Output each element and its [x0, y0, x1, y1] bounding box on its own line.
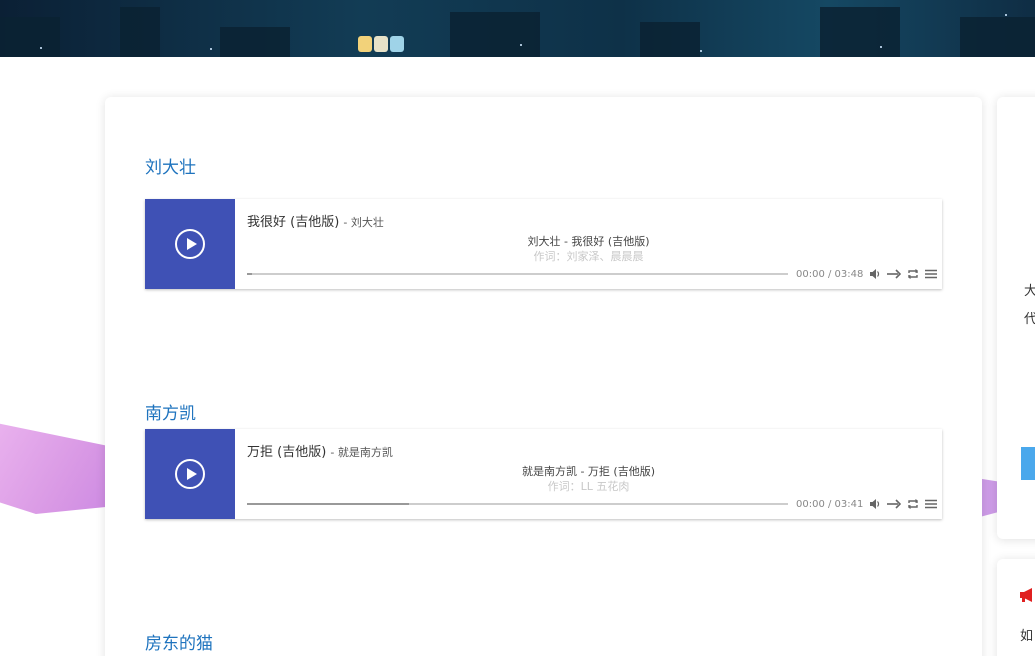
play-icon[interactable]: [175, 459, 205, 489]
sidebar-button[interactable]: [1021, 447, 1035, 480]
loop-icon[interactable]: [907, 267, 919, 281]
menu-icon[interactable]: [925, 267, 938, 281]
song-title: 万拒 (吉他版): [247, 445, 327, 460]
lyric-next: 作词：LL 五花肉: [547, 480, 630, 493]
lyric-current: 就是南方凯 - 万拒 (吉他版): [521, 465, 656, 478]
volume-icon[interactable]: [869, 267, 881, 281]
lyric-next: 作词：刘家泽、晨晨晨: [533, 250, 644, 263]
lyric-current: 刘大壮 - 我很好 (吉他版): [527, 235, 650, 248]
menu-icon[interactable]: [925, 497, 938, 511]
song-info: 我很好 (吉他版) - 刘大壮: [247, 215, 384, 230]
player-controller: 00:00 / 03:48: [247, 267, 938, 281]
song-title: 我很好 (吉他版): [247, 215, 340, 230]
player-controller: 00:00 / 03:41: [247, 497, 938, 511]
megaphone-icon: [1019, 587, 1035, 607]
volume-icon[interactable]: [869, 497, 881, 511]
order-icon[interactable]: [887, 267, 902, 281]
sidebar-text: 大: [1024, 284, 1035, 299]
progress-played: [247, 503, 410, 505]
music-player: 我很好 (吉他版) - 刘大壮 刘大壮 - 我很好 (吉他版) 作词：刘家泽、晨…: [145, 199, 942, 289]
sidebar-card: 大 代: [997, 97, 1035, 539]
progress-played: [247, 273, 253, 275]
player-cover: [145, 199, 235, 289]
decorative-shape-left: [0, 423, 112, 514]
order-icon[interactable]: [887, 497, 902, 511]
sidebar-text: 代: [1024, 312, 1035, 327]
section-title: 房东的猫: [145, 634, 213, 654]
time-display: 00:00 / 03:41: [796, 498, 864, 510]
music-list-card: 刘大壮 我很好 (吉他版) - 刘大壮 刘大壮 - 我很好 (吉他版) 作词：刘…: [105, 97, 982, 656]
section-title: 南方凯: [145, 404, 196, 424]
lyrics: 刘大壮 - 我很好 (吉他版) 作词：刘家泽、晨晨晨: [235, 234, 942, 264]
song-author: 刘大壮: [350, 216, 384, 229]
progress-bar[interactable]: [247, 503, 788, 505]
section-title: 刘大壮: [145, 158, 196, 178]
progress-bar[interactable]: [247, 273, 788, 275]
player-cover: [145, 429, 235, 519]
sidebar-notice-text: 如: [1020, 629, 1034, 644]
sidebar-notice-card: 如: [997, 559, 1035, 656]
loop-icon[interactable]: [907, 497, 919, 511]
top-banner: [0, 0, 1035, 57]
lyrics: 就是南方凯 - 万拒 (吉他版) 作词：LL 五花肉: [235, 464, 942, 494]
song-info: 万拒 (吉他版) - 就是南方凯: [247, 445, 393, 460]
time-display: 00:00 / 03:48: [796, 268, 864, 280]
banner-sticker-icon: [358, 32, 404, 52]
song-author: 就是南方凯: [337, 446, 393, 459]
music-player: 万拒 (吉他版) - 就是南方凯 就是南方凯 - 万拒 (吉他版) 作词：LL …: [145, 429, 942, 519]
play-icon[interactable]: [175, 229, 205, 259]
